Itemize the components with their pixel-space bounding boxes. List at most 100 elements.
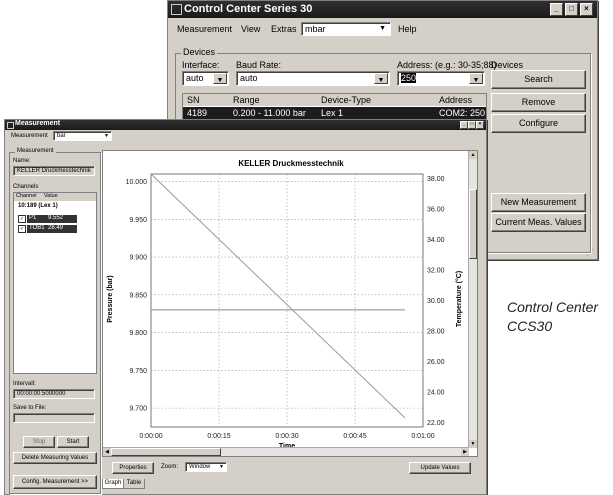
stop-button[interactable]: Stop [23,436,55,448]
caption-line-2: CCS30 [507,318,553,334]
y-tick-label: 10.000 [126,179,148,186]
address-input[interactable]: 250 ▼ [397,71,485,86]
menu-help[interactable]: Help [398,24,417,34]
start-button[interactable]: Start [57,436,89,448]
channel-value: 28.49 [48,225,64,231]
header-device-type[interactable]: Device-Type [321,95,371,105]
channels-label: Channels [13,184,39,190]
maximize-button[interactable]: □ [468,121,476,129]
address-label: Address: (e.g.: 30-35;88) [397,60,497,70]
x-tick-label: 0:00:15 [207,433,230,440]
chart: KELLER Druckmesstechnik 0:00:00 0:00:15 0:… [107,159,463,450]
channel-name: TOB1 [29,225,45,231]
y-tick-label: 9.850 [129,292,147,299]
unit-select[interactable]: mbar ▼ [301,22,391,36]
measurement-group-title: Measurement [15,148,56,154]
scroll-left-icon[interactable]: ◀ [103,448,111,456]
caption-line-1: Control Center [507,299,599,315]
new-measurement-button[interactable]: New Measurement [491,193,586,212]
chevron-down-icon: ▼ [219,464,224,470]
header-address[interactable]: Address [439,95,472,105]
interface-label: Interface: [182,60,220,70]
chevron-down-icon: ▼ [213,73,227,84]
list-item[interactable]: ✓ P1 9.552 [16,215,94,223]
ccs30-menubar: Measurement View Extras mbar ▼ Help [168,21,597,37]
devices-group-title: Devices [181,47,218,57]
menu-extras[interactable]: Extras [271,24,297,34]
current-values-button[interactable]: Current Meas. Values [491,213,586,232]
header-sn[interactable]: SN [187,95,200,105]
resize-grip-icon[interactable]: ⋰ [586,248,594,257]
interval-label: Intervall: [13,381,36,387]
header-range[interactable]: Range [233,95,260,105]
y-tick-label: 9.900 [129,255,147,262]
update-values-button[interactable]: Update Values [409,462,471,474]
measurement-titlebar: Measurement _ □ × [5,120,486,130]
interval-field[interactable]: 00:00:00.5000000 [13,389,95,399]
y2-tick-label: 32.00 [427,268,445,275]
baud-rate-select[interactable]: auto ▼ [236,71,390,86]
name-field[interactable]: KELLER Druckmesstechnik [13,166,95,176]
baud-rate-value: auto [240,73,258,83]
address-value: 250 [401,73,417,83]
unit-select[interactable]: bar ▼ [53,131,112,141]
interface-value: auto [186,73,204,83]
measurement-window: Measurement _ □ × Measurement bar ▼ Meas… [4,119,487,495]
baud-rate-label: Baud Rate: [236,60,282,70]
chevron-down-icon: ▼ [374,73,388,84]
y2-tick-label: 28.00 [427,328,445,335]
table-row[interactable]: 4189 0.200 - 11.000 bar Lex 1 COM2: 250 [183,107,486,119]
interval-value: 00:00:00.5000000 [17,391,66,397]
chevron-down-icon: ▼ [379,25,386,32]
delete-values-button[interactable]: Delete Measuring Values [13,452,97,464]
y2-tick-label: 26.00 [427,359,445,366]
minimize-button[interactable]: _ [550,3,563,16]
interface-select[interactable]: auto ▼ [182,71,229,86]
unit-select-value: mbar [305,24,326,34]
scroll-up-icon[interactable]: ▲ [469,151,477,159]
scroll-thumb[interactable] [111,448,221,456]
configure-button[interactable]: Configure [491,114,586,133]
save-to-file-field[interactable] [13,413,95,423]
app-icon [171,4,182,15]
x-tick-label: 0:00:30 [275,433,298,440]
zoom-select[interactable]: Window ▼ [185,462,227,472]
channel-name: P1 [29,215,37,221]
zoom-label: Zoom: [161,464,179,470]
y2-axis-label: Temperature (°C) [455,271,463,327]
chart-horizontal-scrollbar[interactable]: ◀ ▶ [103,447,469,456]
maximize-button[interactable]: □ [565,3,578,16]
close-button[interactable]: × [476,121,484,129]
remove-button[interactable]: Remove [491,93,586,112]
row-address: COM2: 250 [439,108,486,118]
caption: Control Center CCS30 [507,298,598,336]
channel-checkbox[interactable]: ✓ [18,215,26,223]
close-button[interactable]: × [580,3,593,16]
device-node[interactable]: 10:189 (Lex 1) [18,203,58,209]
header-channel[interactable]: Channel [16,193,37,199]
tab-graph-label: Graph [104,480,122,486]
scroll-thumb[interactable] [469,189,477,259]
scroll-down-icon[interactable]: ▼ [469,440,477,448]
scroll-right-icon[interactable]: ▶ [461,448,469,456]
chart-vertical-scrollbar[interactable]: ▲ ▼ [468,151,477,448]
search-button[interactable]: Search [491,70,586,89]
save-to-file-label: Save to File: [13,405,47,411]
header-value[interactable]: Value [44,193,58,199]
y-axis-label: Pressure (bar) [107,275,114,322]
menu-measurement[interactable]: Measurement [177,24,232,34]
list-item[interactable]: ✓ TOB1 28.49 [16,225,94,233]
channel-checkbox[interactable]: ✓ [18,225,26,233]
y-tick-label: 9.750 [129,368,147,375]
minimize-button[interactable]: _ [460,121,468,129]
config-measurement-button[interactable]: Config. Measurement >> [13,475,97,489]
properties-button[interactable]: Properties [112,462,154,474]
tab-graph[interactable]: Graph [102,479,124,489]
tab-table[interactable]: Table [123,479,145,489]
channels-header: Channel Value [14,193,96,201]
row-device-type: Lex 1 [321,108,344,118]
y2-tick-label: 34.00 [427,237,445,244]
x-tick-label: 0:00:00 [139,433,162,440]
y-tick-label: 9.700 [129,406,147,413]
menu-view[interactable]: View [241,24,260,34]
